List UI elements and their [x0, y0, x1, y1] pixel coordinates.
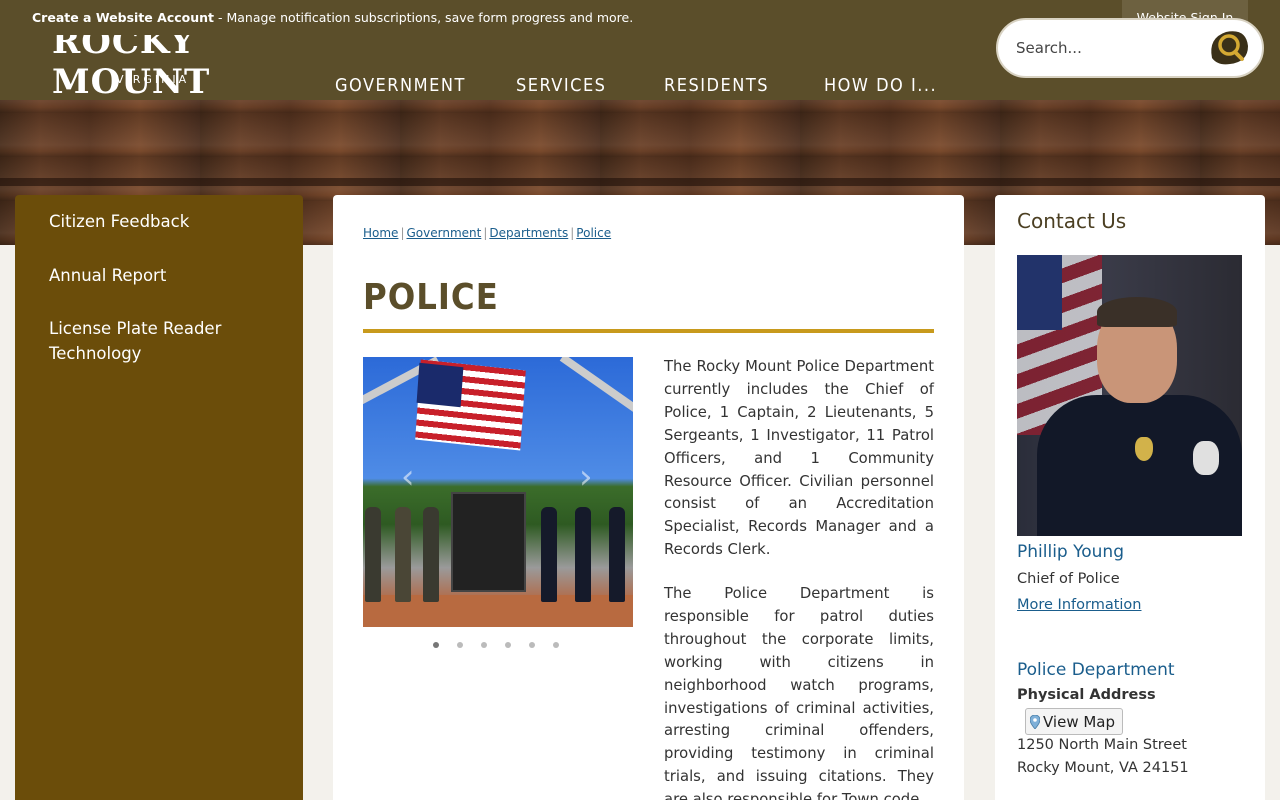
main-content: Home | Government | Departments | Police POLIC…: [333, 195, 964, 800]
chief-role: Chief of Police: [1017, 571, 1120, 587]
address-line-1: 1250 North Main Street: [1017, 737, 1187, 753]
chief-photo: [1017, 255, 1242, 536]
sidebar-item-citizen-feedback[interactable]: Citizen Feedback: [49, 209, 269, 234]
sidebar-item-license-plate-reader[interactable]: License Plate Reader Technology: [49, 316, 269, 366]
slide-dot-2[interactable]: [457, 642, 463, 648]
title-divider: [363, 329, 934, 333]
create-account-link[interactable]: Create a Website Account: [32, 10, 214, 25]
department-name: Police Department: [1017, 660, 1175, 680]
chief-name-link[interactable]: Phillip Young: [1017, 542, 1124, 562]
badge-icon: [1135, 437, 1153, 461]
slideshow-prev-icon[interactable]: ‹: [401, 457, 415, 497]
contact-title: Contact Us: [1017, 209, 1127, 233]
search-icon[interactable]: [1208, 28, 1250, 68]
responsibilities-paragraph: The Police Department is responsible for…: [664, 585, 934, 800]
intro-paragraph: The Rocky Mount Police Department curren…: [664, 358, 934, 559]
logo-subtitle: VIRGINIA: [116, 73, 190, 86]
search-input[interactable]: [1016, 36, 1196, 60]
breadcrumb-police[interactable]: Police: [576, 226, 611, 240]
address-line-2: Rocky Mount, VA 24151: [1017, 760, 1189, 776]
nav-government[interactable]: GOVERNMENT: [335, 75, 466, 96]
view-map-button[interactable]: View Map: [1025, 708, 1123, 735]
breadcrumb-departments[interactable]: Departments: [489, 226, 568, 240]
breadcrumb-home[interactable]: Home: [363, 226, 398, 240]
breadcrumb: Home | Government | Departments | Police: [363, 226, 612, 240]
slide-dot-6[interactable]: [553, 642, 559, 648]
slide-dot-5[interactable]: [529, 642, 535, 648]
notification-message: Create a Website Account - Manage notifi…: [32, 10, 633, 25]
view-map-label: View Map: [1043, 712, 1116, 731]
search-box: [996, 18, 1264, 78]
map-pin-icon: [1030, 714, 1040, 729]
slide-dot-3[interactable]: [481, 642, 487, 648]
more-information-link[interactable]: More Information: [1017, 597, 1142, 613]
breadcrumb-government[interactable]: Government: [406, 226, 481, 240]
slide-dot-4[interactable]: [505, 642, 511, 648]
slide-dot-1[interactable]: [433, 642, 439, 648]
slideshow-image[interactable]: ‹ ›: [363, 357, 633, 627]
sidebar-item-annual-report[interactable]: Annual Report: [49, 263, 269, 288]
nav-how-do-i[interactable]: HOW DO I...: [824, 75, 937, 96]
slideshow-next-icon[interactable]: ›: [579, 457, 593, 497]
nav-residents[interactable]: RESIDENTS: [664, 75, 769, 96]
left-sidebar: Citizen Feedback Annual Report License P…: [15, 195, 303, 800]
physical-address-label: Physical Address: [1017, 687, 1156, 703]
nav-services[interactable]: SERVICES: [516, 75, 606, 96]
page-title: POLICE: [363, 277, 499, 318]
notification-text: - Manage notification subscriptions, sav…: [214, 10, 634, 25]
contact-panel: Contact Us Phillip Young Chief of Police…: [995, 195, 1265, 800]
slideshow-pager: [433, 642, 559, 648]
